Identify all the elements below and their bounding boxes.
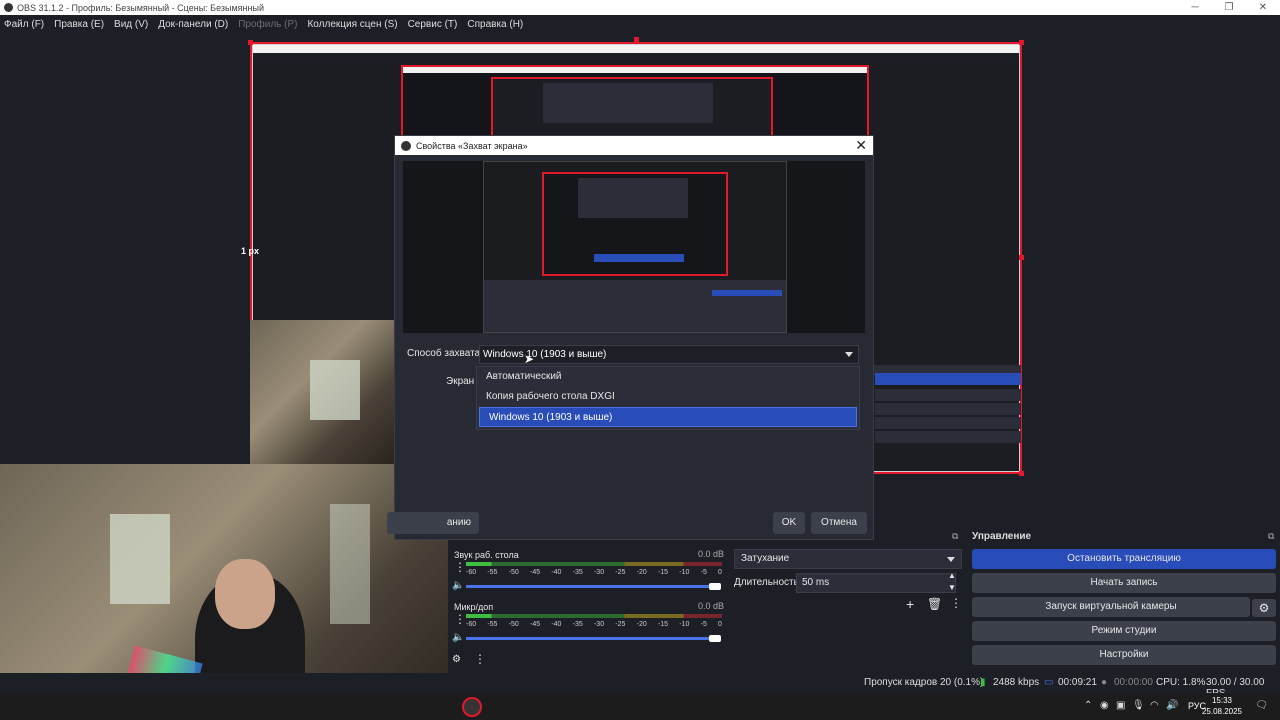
stream-time: 00:09:21 [1058, 677, 1097, 688]
menu-bar: Файл (F) Правка (E) Вид (V) Док-панели (… [0, 15, 1280, 33]
dropped-frames: Пропуск кадров 20 (0.1%) [864, 677, 984, 688]
tray-chevron-icon[interactable]: ⌃ [1084, 700, 1092, 711]
trash-icon[interactable]: 🗑 [927, 597, 942, 611]
screen-capture-properties-dialog: Свойства «Захват экрана» ✕ Способ захват… [387, 135, 874, 540]
menu-edit[interactable]: Правка (E) [54, 19, 104, 30]
settings-button[interactable]: Настройки [972, 645, 1276, 665]
controls-dock: Управление ⧉ Остановить трансляцию Начат… [968, 528, 1280, 673]
cancel-button[interactable]: Отмена [811, 512, 867, 534]
capture-method-select[interactable]: Windows 10 (1903 и выше) [479, 345, 859, 364]
record-time: 00:00:00 [1114, 677, 1153, 688]
dialog-source-preview [403, 161, 865, 333]
virtual-camera-settings-icon[interactable]: ⚙ [1252, 599, 1276, 617]
menu-docks[interactable]: Док-панели (D) [158, 19, 228, 30]
duration-label: Длительность [734, 577, 799, 588]
resize-handle-top[interactable] [634, 37, 639, 42]
resize-handle-tr[interactable] [1019, 40, 1024, 45]
resize-handle-br[interactable] [1019, 471, 1024, 476]
menu-profile: Профиль (P) [238, 18, 298, 30]
audio-menu-icon[interactable]: ⋮ [454, 560, 466, 574]
menu-help[interactable]: Справка (H) [467, 19, 523, 30]
studio-mode-button[interactable]: Режим студии [972, 621, 1276, 641]
dialog-title: Свойства «Захват экрана» [416, 140, 528, 151]
audio-menu-icon[interactable]: ⋮ [454, 612, 466, 626]
audio-meter [466, 562, 722, 566]
resize-handle-right[interactable] [1019, 255, 1024, 260]
record-icon: ● [1101, 677, 1108, 688]
duration-down-icon[interactable]: ▼ [948, 583, 956, 592]
cpu-usage: CPU: 1.8% [1156, 677, 1206, 688]
transition-menu-icon[interactable]: ⋮ [950, 596, 962, 610]
volume-knob[interactable] [709, 583, 721, 590]
speaker-icon[interactable]: 🔈 [452, 580, 464, 591]
obs-app-icon [401, 140, 411, 151]
wifi-icon[interactable]: ◠ [1150, 700, 1159, 711]
obs-app-icon [4, 3, 13, 12]
controls-header: Управление [972, 531, 1032, 542]
signal-icon: ▮ [980, 677, 986, 688]
audio-meter-ticks: -60 -55 -50 -45 -40 -35 -30 -25 -20 -15 -10 -5 0 [466, 569, 722, 576]
audio-level: 0.0 dB [698, 601, 725, 611]
capture-method-label: Способ захвата [407, 348, 481, 359]
ok-button[interactable]: OK [773, 512, 805, 534]
option-windows10[interactable]: Windows 10 (1903 и выше) [479, 407, 857, 427]
close-icon[interactable]: ✕ [1246, 0, 1280, 15]
windows-taskbar: ⌃ ◉ ▣ 🎙 ◠ 🔊 РУС 15:33 25.08.2025 🗨 [0, 693, 1280, 720]
tray-app-icon[interactable]: ▣ [1116, 700, 1125, 711]
distance-label: 1 px [241, 246, 260, 256]
option-dxgi[interactable]: Копия рабочего стола DXGI [477, 387, 859, 407]
virtual-camera-button[interactable]: Запуск виртуальной камеры [972, 597, 1250, 617]
volume-slider[interactable] [466, 585, 716, 588]
window-titlebar: OBS 31.1.2 - Профиль: Безымянный - Сцены… [0, 0, 1280, 15]
audio-meter [466, 614, 722, 618]
volume-icon[interactable]: 🔊 [1166, 700, 1178, 711]
clock[interactable]: 15:33 25.08.2025 [1202, 695, 1242, 717]
webcam-source-small[interactable] [250, 320, 394, 464]
window-title: OBS 31.1.2 - Профиль: Безымянный - Сцены… [17, 2, 264, 13]
dock-float-icon[interactable]: ⧉ [952, 531, 958, 542]
status-bar: Пропуск кадров 20 (0.1%) ▮ 2488 kbps ▭ 0… [0, 673, 1280, 699]
scene-transitions-dock: ⧉ Затухание Длительность 50 ms ▲ ▼ + 🗑 ⋮ [730, 528, 966, 673]
resize-handle-tl[interactable] [248, 40, 253, 45]
volume-slider[interactable] [466, 637, 716, 640]
audio-mixer-dock: Звук раб. стола 0.0 dB ⋮ -60 -55 -50 -45 -40… [448, 528, 728, 673]
menu-file[interactable]: Файл (F) [4, 19, 44, 30]
stop-stream-button[interactable]: Остановить трансляцию [972, 549, 1276, 569]
menu-scene-collection[interactable]: Коллекция сцен (S) [307, 19, 397, 30]
obs-taskbar-icon[interactable] [462, 697, 482, 717]
dock-float-icon[interactable]: ⧉ [1268, 531, 1274, 542]
screen-label: Экран [446, 376, 475, 387]
option-automatic[interactable]: Автоматический [477, 367, 859, 387]
start-record-button[interactable]: Начать запись [972, 573, 1276, 593]
close-icon[interactable]: ✕ [855, 137, 867, 154]
speaker-icon[interactable]: 🔈 [452, 632, 464, 643]
menu-tools[interactable]: Сервис (T) [408, 19, 458, 30]
menu-view[interactable]: Вид (V) [114, 19, 148, 30]
dialog-titlebar: Свойства «Захват экрана» ✕ [395, 136, 873, 155]
tray-obs-icon[interactable]: ◉ [1100, 700, 1109, 711]
audio-level: 0.0 dB [698, 549, 725, 559]
duration-input[interactable]: 50 ms [796, 573, 956, 593]
volume-knob[interactable] [709, 635, 721, 642]
bitrate: 2488 kbps [993, 677, 1040, 688]
transition-select[interactable]: Затухание [734, 549, 962, 569]
restore-icon[interactable]: ❐ [1212, 0, 1246, 15]
audio-meter-ticks: -60 -55 -50 -45 -40 -35 -30 -25 -20 -15 -10 -5 0 [466, 621, 722, 628]
duration-up-icon[interactable]: ▲ [948, 571, 956, 580]
advanced-audio-icon[interactable]: ⚙ [452, 654, 461, 665]
audio-channel-name: Звук раб. стола [454, 550, 519, 560]
mixer-menu-icon[interactable]: ⋮ [474, 652, 486, 666]
microphone-icon[interactable]: 🎙 [1132, 700, 1145, 711]
add-transition-icon[interactable]: + [906, 596, 914, 612]
defaults-button[interactable]: анию [387, 512, 479, 534]
stream-icon: ▭ [1044, 677, 1054, 688]
capture-method-dropdown: Автоматический Копия рабочего стола DXGI… [476, 366, 860, 430]
audio-channel-name: Микр/доп [454, 602, 494, 612]
minimize-icon[interactable]: ─ [1178, 0, 1212, 15]
mouse-cursor-icon: ➤ [524, 352, 535, 366]
notifications-icon[interactable]: 🗨 [1255, 700, 1268, 711]
